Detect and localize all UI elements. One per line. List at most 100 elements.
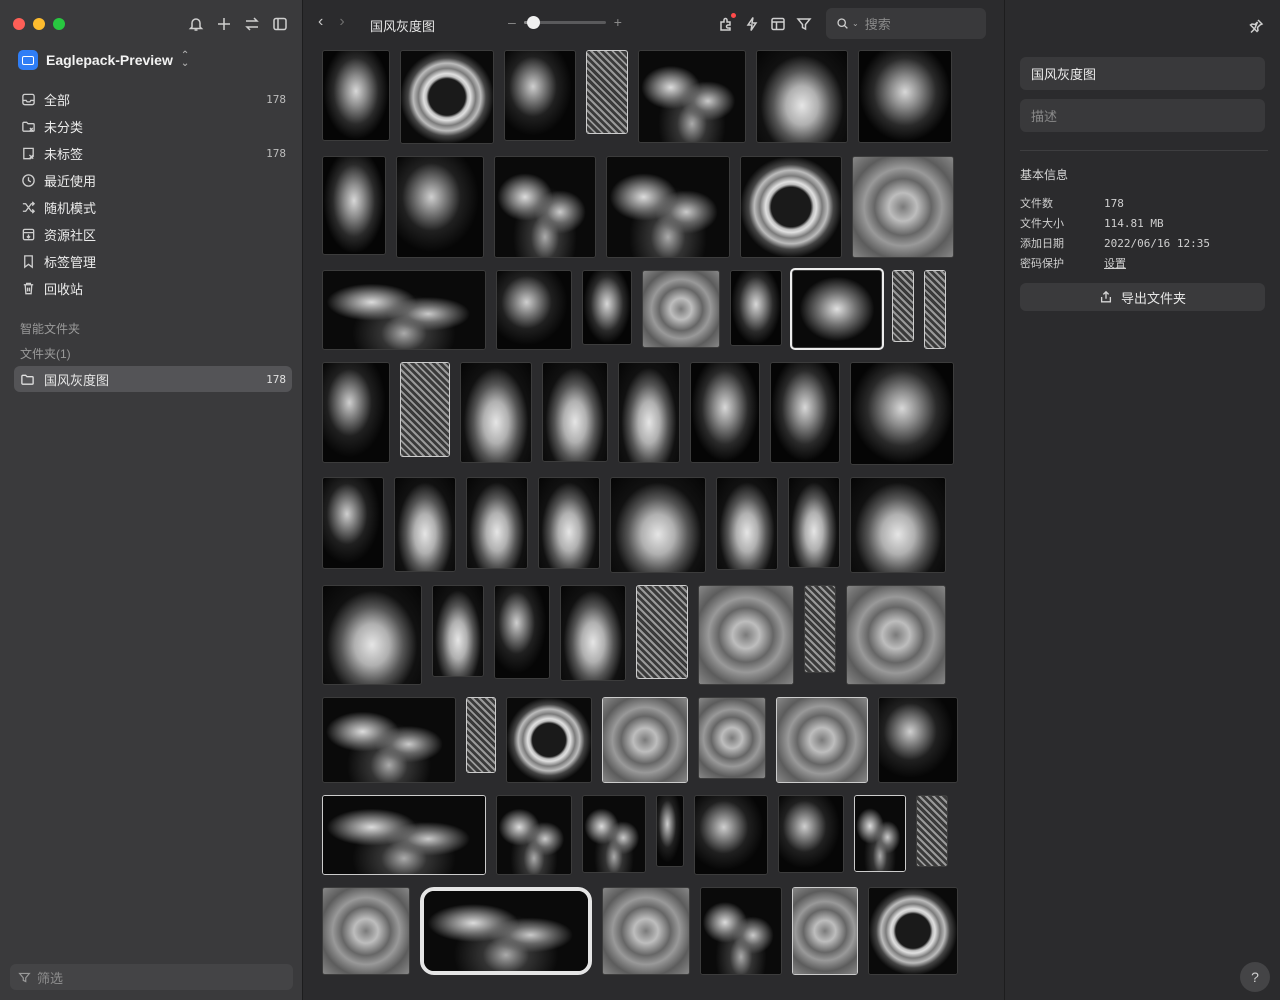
sidebar-item-community[interactable]: 资源社区 [14,221,292,248]
search-input[interactable]: ⌄ 搜索 [826,8,986,39]
image-thumbnail[interactable] [322,697,456,783]
image-thumbnail[interactable] [694,795,768,875]
close-window-button[interactable] [13,18,25,30]
sidebar-item-recent[interactable]: 最近使用 [14,167,292,194]
sidebar-item-tags[interactable]: 标签管理 [14,248,292,275]
minimize-window-button[interactable] [33,18,45,30]
image-thumbnail[interactable] [494,585,550,679]
image-thumbnail[interactable] [582,270,632,345]
image-thumbnail[interactable] [892,270,914,342]
library-switcher[interactable]: Eaglepack-Preview ⌃ ⌄ [18,50,189,70]
image-thumbnail[interactable] [322,156,386,255]
image-thumbnail[interactable] [466,477,528,569]
bell-icon[interactable] [188,14,204,34]
image-thumbnail[interactable] [602,887,690,975]
plus-icon[interactable] [216,14,232,34]
image-thumbnail[interactable] [582,795,646,873]
image-thumbnail[interactable] [542,362,608,462]
image-thumbnail[interactable] [466,697,496,773]
layout-icon[interactable] [770,14,786,34]
image-thumbnail[interactable] [322,795,486,875]
image-thumbnail[interactable] [394,477,456,572]
sidebar-item-trash[interactable]: 回收站 [14,275,292,302]
extension-icon[interactable] [718,13,736,34]
chevron-down-icon[interactable]: ⌄ [852,19,859,28]
image-thumbnail[interactable] [460,362,532,463]
image-thumbnail[interactable] [740,156,842,258]
description-field[interactable]: 描述 [1020,99,1265,132]
image-thumbnail[interactable] [506,697,592,783]
action-icon[interactable] [744,14,760,34]
image-thumbnail[interactable] [432,585,484,677]
sidebar-toggle-icon[interactable] [272,14,288,34]
image-thumbnail[interactable] [602,697,688,783]
image-thumbnail[interactable] [792,887,858,975]
zoom-window-button[interactable] [53,18,65,30]
image-thumbnail[interactable] [322,477,384,569]
sidebar-item-all[interactable]: 全部 178 [14,86,292,113]
sidebar-item-random[interactable]: 随机模式 [14,194,292,221]
image-thumbnail[interactable] [636,585,688,679]
smart-folders-heading[interactable]: 智能文件夹 [20,320,80,337]
image-thumbnail[interactable] [730,270,782,346]
sidebar-item-untagged[interactable]: 未标签 178 [14,140,292,167]
image-thumbnail[interactable] [850,362,954,465]
zoom-slider[interactable] [523,15,606,29]
image-thumbnail[interactable] [400,50,494,144]
filter-icon[interactable] [796,14,812,34]
password-set-link[interactable]: 设置 [1104,255,1126,271]
image-thumbnail[interactable] [854,795,906,872]
image-thumbnail[interactable] [846,585,946,685]
image-thumbnail[interactable] [916,795,948,867]
image-thumbnail[interactable] [698,585,794,685]
image-thumbnail[interactable] [878,697,958,783]
zoom-slider-knob[interactable] [526,15,540,29]
image-thumbnail[interactable] [538,477,600,569]
image-thumbnail[interactable] [690,362,760,463]
image-thumbnail[interactable] [618,362,680,463]
swap-icon[interactable] [244,14,260,34]
image-thumbnail[interactable] [776,697,868,783]
folders-heading[interactable]: 文件夹(1) [20,345,71,362]
image-thumbnail[interactable] [496,270,572,350]
image-thumbnail[interactable] [322,50,390,141]
sidebar-folder-item[interactable]: 国风灰度图 178 [14,366,292,392]
image-thumbnail[interactable] [396,156,484,258]
image-thumbnail[interactable] [560,585,626,681]
zoom-out-button[interactable]: – [508,14,516,30]
image-thumbnail[interactable] [606,156,730,258]
zoom-in-button[interactable]: + [614,14,622,30]
image-thumbnail-selected[interactable] [790,268,884,350]
image-thumbnail[interactable] [642,270,720,348]
image-thumbnail[interactable] [638,50,746,143]
image-thumbnail[interactable] [756,50,848,143]
image-thumbnail[interactable] [716,477,778,570]
image-thumbnail[interactable] [494,156,596,258]
image-thumbnail[interactable] [322,362,390,463]
image-thumbnail[interactable] [586,50,628,134]
sidebar-item-uncategorized[interactable]: 未分类 [14,113,292,140]
image-thumbnail[interactable] [778,795,844,873]
image-thumbnail[interactable] [610,477,706,573]
folder-name-field[interactable]: 国风灰度图 [1020,57,1265,90]
filter-input[interactable]: 筛选 [10,964,293,990]
image-thumbnail[interactable] [400,362,450,457]
image-thumbnail[interactable] [698,697,766,779]
image-thumbnail[interactable] [496,795,572,875]
help-button[interactable]: ? [1240,962,1270,992]
image-thumbnail[interactable] [804,585,836,673]
export-folder-button[interactable]: 导出文件夹 [1020,283,1265,311]
image-thumbnail[interactable] [852,156,954,258]
image-thumbnail[interactable] [858,50,952,143]
image-thumbnail[interactable] [788,477,840,568]
image-thumbnail[interactable] [656,795,684,867]
forward-icon[interactable]: › [339,13,344,31]
image-thumbnail[interactable] [504,50,576,141]
image-thumbnail[interactable] [924,270,946,349]
pin-icon[interactable] [1248,16,1264,36]
image-thumbnail[interactable] [322,585,422,685]
image-thumbnail[interactable] [770,362,840,463]
image-thumbnail[interactable] [420,887,592,975]
image-thumbnail[interactable] [322,270,486,350]
image-thumbnail[interactable] [700,887,782,975]
